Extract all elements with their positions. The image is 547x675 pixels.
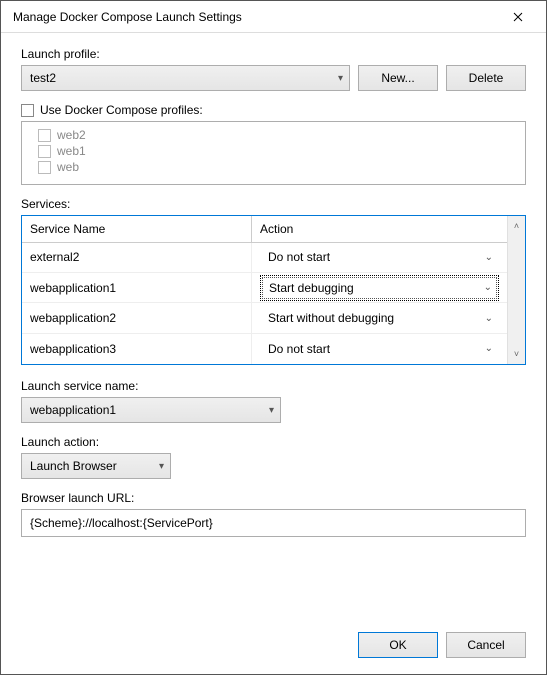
service-name-cell: webapplication1 (22, 273, 252, 302)
new-button[interactable]: New... (358, 65, 438, 91)
ok-button[interactable]: OK (358, 632, 438, 658)
chevron-down-icon: ▾ (269, 405, 274, 416)
dialog-footer: OK Cancel (21, 618, 526, 658)
profile-item-label: web1 (57, 144, 86, 158)
profile-item-label: web2 (57, 128, 86, 142)
dialog-title: Manage Docker Compose Launch Settings (13, 10, 498, 24)
column-action[interactable]: Action (252, 216, 507, 243)
chevron-down-icon: ▾ (159, 461, 164, 472)
service-name-cell: webapplication2 (22, 303, 252, 332)
launch-action-label: Launch action: (21, 435, 526, 449)
dialog-window: Manage Docker Compose Launch Settings La… (0, 0, 547, 675)
dialog-content: Launch profile: test2 ▾ New... Delete Us… (1, 33, 546, 674)
profile-item-label: web (57, 160, 79, 174)
checkbox-icon (38, 145, 51, 158)
service-action-dropdown[interactable]: Do not start⌄ (260, 244, 499, 270)
close-button[interactable] (498, 3, 538, 31)
cancel-button[interactable]: Cancel (446, 632, 526, 658)
launch-service-dropdown[interactable]: webapplication1 ▾ (21, 397, 281, 423)
launch-profile-dropdown[interactable]: test2 ▾ (21, 65, 350, 91)
profile-item[interactable]: web1 (38, 144, 517, 158)
launch-action-value: Launch Browser (30, 459, 159, 473)
table-row: webapplication2 Start without debugging⌄ (22, 303, 507, 333)
launch-action-dropdown[interactable]: Launch Browser ▾ (21, 453, 171, 479)
titlebar: Manage Docker Compose Launch Settings (1, 1, 546, 33)
service-action-dropdown[interactable]: Start without debugging⌄ (260, 305, 499, 331)
scroll-down-icon: ˅ (508, 344, 525, 364)
table-header: Service Name Action (22, 216, 507, 243)
checkbox-icon (38, 129, 51, 142)
chevron-down-icon: ⌄ (485, 313, 493, 324)
use-profiles-checkbox[interactable]: Use Docker Compose profiles: (21, 103, 526, 117)
service-action-dropdown[interactable]: Start debugging⌄ (260, 275, 499, 301)
profile-item[interactable]: web2 (38, 128, 517, 142)
chevron-down-icon: ⌄ (484, 282, 492, 293)
launch-profile-label: Launch profile: (21, 47, 526, 61)
service-action-dropdown[interactable]: Do not start⌄ (260, 336, 499, 362)
column-service-name[interactable]: Service Name (22, 216, 252, 243)
service-name-cell: external2 (22, 243, 252, 272)
browser-url-value: {Scheme}://localhost:{ServicePort} (30, 516, 213, 530)
launch-service-value: webapplication1 (30, 403, 269, 417)
table-row: webapplication1 Start debugging⌄ (22, 273, 507, 303)
browser-url-label: Browser launch URL: (21, 491, 526, 505)
profiles-list: web2 web1 web (21, 121, 526, 185)
use-profiles-label: Use Docker Compose profiles: (40, 103, 203, 117)
chevron-down-icon: ⌄ (485, 343, 493, 354)
delete-button[interactable]: Delete (446, 65, 526, 91)
launch-service-label: Launch service name: (21, 379, 526, 393)
table-row: external2 Do not start⌄ (22, 243, 507, 273)
checkbox-icon (21, 104, 34, 117)
close-icon (513, 12, 523, 22)
scroll-up-icon: ˄ (508, 216, 525, 236)
services-label: Services: (21, 197, 526, 211)
launch-profile-value: test2 (30, 71, 338, 85)
chevron-down-icon: ▾ (338, 73, 343, 84)
chevron-down-icon: ⌄ (485, 252, 493, 263)
browser-url-input[interactable]: {Scheme}://localhost:{ServicePort} (21, 509, 526, 537)
services-table: Service Name Action external2 Do not sta… (21, 215, 526, 365)
profile-item[interactable]: web (38, 160, 517, 174)
checkbox-icon (38, 161, 51, 174)
table-row: webapplication3 Do not start⌄ (22, 334, 507, 364)
service-name-cell: webapplication3 (22, 334, 252, 364)
scrollbar[interactable]: ˄ ˅ (507, 216, 525, 364)
